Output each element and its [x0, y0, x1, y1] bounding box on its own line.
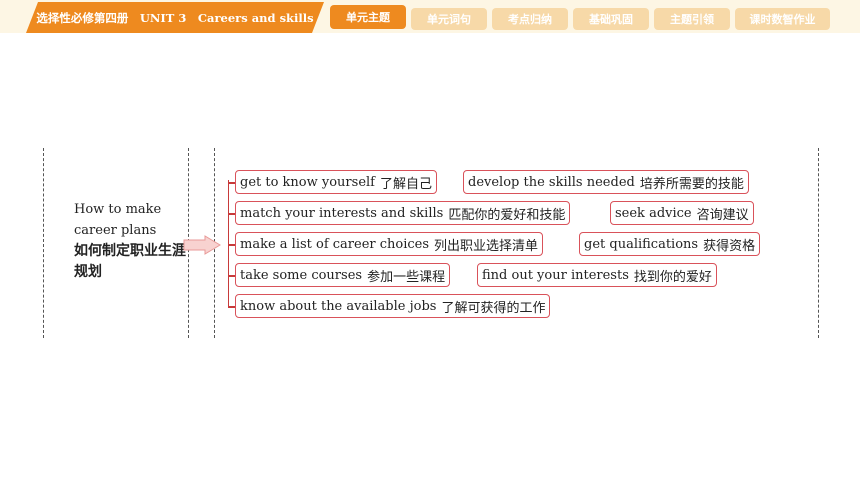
item-english: take some courses — [240, 267, 363, 283]
item-english: find out your interests — [482, 267, 629, 283]
item-english: seek advice — [615, 205, 692, 221]
item-english: get qualifications — [584, 236, 699, 252]
plan-item: make a list of career choices 列出职业选择清单 — [235, 232, 544, 256]
topic-english: How to make career plans — [74, 202, 162, 238]
item-chinese: 了解可获得的工作 — [441, 300, 546, 316]
item-english: match your interests and skills — [240, 205, 444, 221]
item-chinese: 了解自己 — [379, 176, 432, 192]
plan-item: know about the available jobs 了解可获得的工作 — [235, 294, 551, 318]
item-english: develop the skills needed — [468, 174, 635, 190]
item-chinese: 匹配你的爱好和技能 — [448, 207, 566, 223]
pointer-arrow-icon — [183, 235, 221, 255]
plan-item: get to know yourself 了解自己 — [235, 170, 437, 194]
item-chinese: 参加一些课程 — [367, 269, 446, 285]
plan-item: seek advice 咨询建议 — [610, 201, 754, 225]
item-english: get to know yourself — [240, 174, 375, 190]
item-chinese: 列出职业选择清单 — [434, 238, 539, 254]
item-chinese: 获得资格 — [703, 238, 756, 254]
topic-label: How to make career plans 如何制定职业生涯规划 — [74, 199, 186, 283]
nav-tab-unit-vocabulary[interactable]: 单元词句 — [411, 8, 487, 30]
nav-tab-unit-theme[interactable]: 单元主题 — [330, 5, 406, 29]
top-bar: 选择性必修第四册 UNIT 3 Careers and skills 单元主题 … — [0, 0, 860, 33]
item-english: make a list of career choices — [240, 236, 430, 252]
nav-tab-basic-practice[interactable]: 基础巩固 — [573, 8, 649, 30]
plan-item: get qualifications 获得资格 — [579, 232, 761, 256]
item-chinese: 咨询建议 — [696, 207, 749, 223]
right-dashed-divider — [818, 148, 819, 338]
left-dashed-divider — [43, 148, 44, 338]
plan-item: find out your interests 找到你的爱好 — [477, 263, 717, 287]
nav-tab-key-points[interactable]: 考点归纳 — [492, 8, 568, 30]
plan-item: take some courses 参加一些课程 — [235, 263, 451, 287]
book-unit-title: 选择性必修第四册 UNIT 3 Careers and skills — [26, 2, 324, 33]
nav-tab-homework[interactable]: 课时数智作业 — [735, 8, 830, 30]
item-english: know about the available jobs — [240, 298, 437, 314]
plan-item: match your interests and skills 匹配你的爱好和技能 — [235, 201, 571, 225]
topic-chinese: 如何制定职业生涯规划 — [74, 243, 186, 280]
item-chinese: 培养所需要的技能 — [639, 176, 744, 192]
nav-tab-theme-guide[interactable]: 主题引领 — [654, 8, 730, 30]
plan-item: develop the skills needed 培养所需要的技能 — [463, 170, 749, 194]
item-chinese: 找到你的爱好 — [633, 269, 712, 285]
